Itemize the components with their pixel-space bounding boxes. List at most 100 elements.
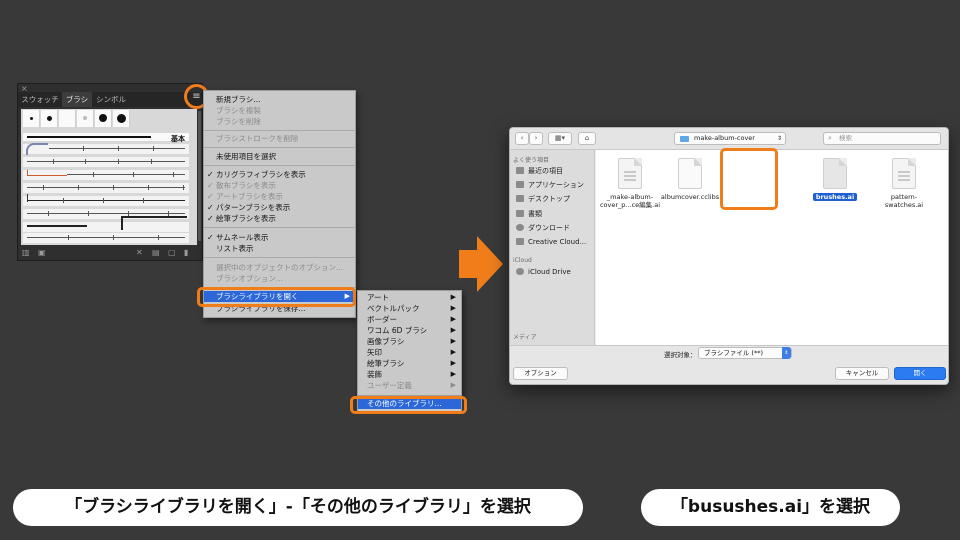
options-icon[interactable]: ▤ (152, 248, 160, 257)
brush-swatch[interactable] (77, 110, 94, 127)
folder-button[interactable]: ⌂ (578, 132, 596, 145)
brush-row[interactable] (23, 233, 189, 243)
trash-icon[interactable]: ▮ (184, 248, 188, 257)
sidebar-header-icloud: iCloud (513, 257, 532, 264)
menu-item-show-art[interactable]: ✓ アートブラシを表示 (204, 191, 355, 202)
options-button[interactable]: オプション (513, 367, 568, 380)
sidebar-header-favorites: よく使う項目 (513, 157, 550, 164)
brush-row[interactable] (23, 216, 189, 232)
tab-brushes[interactable]: ブラシ (62, 92, 92, 107)
menu-item-show-bristle[interactable]: ✓ 絵筆ブラシを表示 (204, 213, 355, 224)
ai-file-icon (823, 158, 847, 189)
submenu-item-image-brush[interactable]: 画像ブラシ ▶ (358, 336, 461, 347)
brush-row[interactable] (23, 170, 189, 180)
open-button[interactable]: 開く (894, 367, 946, 380)
submenu-item-borders[interactable]: ボーダー ▶ (358, 314, 461, 325)
check-icon: ✓ (207, 170, 214, 179)
brush-swatch[interactable] (41, 110, 58, 127)
menu-item-brush-options[interactable]: ブラシオプション... (204, 273, 355, 284)
menu-item-show-pattern[interactable]: ✓ パターンブラシを表示 (204, 202, 355, 213)
submenu-item-user-defined[interactable]: ユーザー定義 ▶ (358, 380, 461, 391)
panel-menu-icon[interactable]: ≡ (189, 89, 204, 104)
file-item[interactable]: _make-album-cover_p...ce編集.ai (598, 158, 662, 209)
open-file-dialog: ‹ › ▦▾ ⌂ make-album-cover ⇕ ⌕ 検索 よく使う項目 … (509, 127, 949, 385)
submenu-item-vector-pack[interactable]: ベクトルパック ▶ (358, 303, 461, 314)
brush-list: 基本 (21, 109, 197, 245)
file-item[interactable]: albumcover.cclibs (658, 158, 722, 201)
submenu-arrow-icon: ▶ (450, 293, 456, 301)
menu-item-show-calligraphic[interactable]: ✓ カリグラフィブラシを表示 (204, 169, 355, 180)
cancel-button[interactable]: キャンセル (835, 367, 889, 380)
check-icon: ✓ (207, 233, 214, 242)
submenu-item-art[interactable]: アート ▶ (358, 292, 461, 303)
back-button[interactable]: ‹ (515, 132, 529, 145)
menu-item-selected-object-options[interactable]: 選択中のオブジェクトのオプション... (204, 262, 355, 273)
check-icon: ✓ (207, 203, 214, 212)
check-icon: ✓ (207, 181, 214, 190)
brush-swatch[interactable] (59, 110, 76, 127)
path-popup[interactable]: make-album-cover ⇕ (674, 132, 786, 145)
brush-row[interactable] (23, 183, 189, 193)
cclibs-file-icon (678, 158, 702, 189)
ai-file-icon (892, 158, 916, 189)
view-mode-button[interactable]: ▦▾ (548, 132, 572, 145)
brush-swatch[interactable] (113, 110, 130, 127)
file-highlight-ring (720, 148, 778, 210)
sidebar-item-desktop[interactable]: デスクトップ (516, 194, 570, 204)
menu-item-new-brush[interactable]: 新規ブラシ... (204, 94, 355, 105)
folder-icon (680, 136, 689, 142)
submenu-item-arrows[interactable]: 矢印 ▶ (358, 347, 461, 358)
format-select[interactable]: ブラシファイル (**) ⇕ (698, 347, 792, 359)
submenu-item-bristle[interactable]: 絵筆ブラシ ▶ (358, 358, 461, 369)
submenu-arrow-icon: ▶ (450, 326, 456, 334)
submenu-arrow-icon: ▶ (450, 348, 456, 356)
dialog-footer: 選択対象： ブラシファイル (**) ⇕ オプション キャンセル 開く (510, 345, 948, 384)
menu-item-remove-stroke[interactable]: ブラシストロークを削除 (204, 133, 355, 144)
submenu-item-decorative[interactable]: 装飾 ▶ (358, 369, 461, 380)
brush-library-icon[interactable]: ▣ (38, 248, 46, 257)
sidebar-item-creative-cloud[interactable]: Creative Cloud... (516, 238, 586, 246)
submenu-arrow-icon: ▶ (450, 337, 456, 345)
forward-button[interactable]: › (529, 132, 543, 145)
search-input[interactable]: ⌕ 検索 (823, 132, 941, 145)
search-icon: ⌕ (828, 134, 832, 142)
panel-scrollbar[interactable] (198, 111, 201, 241)
brush-swatch[interactable] (95, 110, 112, 127)
menu-item-delete-brush[interactable]: ブラシを削除 (204, 116, 355, 127)
desktop-icon (516, 195, 524, 202)
tab-symbols[interactable]: シンボル (92, 92, 130, 107)
menu-item-select-unused[interactable]: 未使用項目を選択 (204, 151, 355, 162)
brushes-panel: × スウォッチ ブラシ シンボル 基本 ▥ ▣ ✕ ▤ ▢ ▮ (17, 83, 203, 261)
panel-footer: ▥ ▣ ✕ ▤ ▢ ▮ (18, 246, 202, 260)
check-icon: ✓ (207, 192, 214, 201)
file-item-selected[interactable]: brushes.ai (803, 158, 867, 201)
file-item[interactable]: pattern-swatches.ai (872, 158, 936, 209)
submenu-item-wacom-6d[interactable]: ワコム 6D ブラシ ▶ (358, 325, 461, 336)
menu-item-show-scatter[interactable]: ✓ 散布ブラシを表示 (204, 180, 355, 191)
sidebar-item-downloads[interactable]: ダウンロード (516, 223, 570, 233)
sidebar-item-icloud-drive[interactable]: iCloud Drive (516, 268, 571, 276)
brush-row[interactable] (23, 143, 189, 155)
brush-row-basic[interactable] (23, 133, 189, 141)
sidebar-item-documents[interactable]: 書類 (516, 209, 542, 219)
dialog-sidebar: よく使う項目 最近の項目 アプリケーション デスクトップ 書類 ダウンロード C… (510, 150, 595, 345)
open-library-highlight-ring (197, 287, 356, 307)
menu-item-thumbnail-view[interactable]: ✓ サムネール表示 (204, 232, 355, 243)
new-brush-icon[interactable]: ▢ (168, 248, 176, 257)
brush-row[interactable] (23, 157, 189, 167)
menu-item-duplicate-brush[interactable]: ブラシを複製 (204, 105, 355, 116)
sidebar-item-recents[interactable]: 最近の項目 (516, 166, 563, 176)
tab-swatches[interactable]: スウォッチ (18, 92, 62, 107)
download-icon (516, 224, 524, 231)
submenu-arrow-icon: ▶ (450, 381, 456, 389)
applications-icon (516, 181, 524, 188)
panel-tabs: スウォッチ ブラシ シンボル (18, 92, 202, 107)
library-menu-icon[interactable]: ▥ (22, 248, 30, 257)
menu-item-list-view[interactable]: リスト表示 (204, 243, 355, 254)
remove-stroke-icon[interactable]: ✕ (136, 248, 143, 257)
brush-swatch[interactable] (23, 110, 40, 127)
sidebar-item-applications[interactable]: アプリケーション (516, 180, 584, 190)
chevron-updown-icon: ⇕ (776, 135, 782, 142)
brush-row[interactable] (23, 194, 189, 206)
folder-icon (516, 238, 524, 245)
